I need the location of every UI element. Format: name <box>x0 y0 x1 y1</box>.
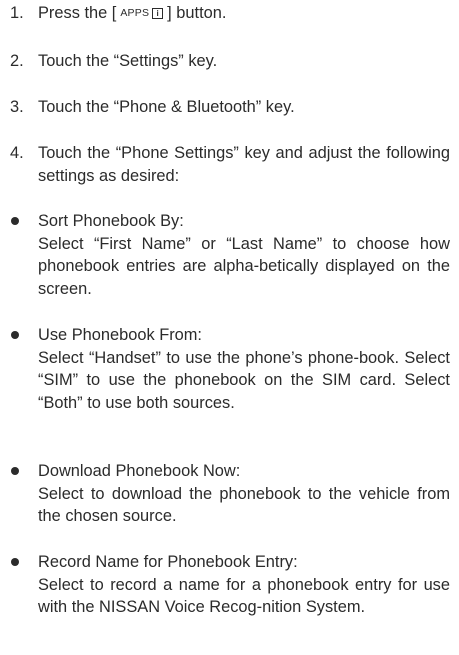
setting-item-title: Record Name for Phonebook Entry: <box>38 553 298 571</box>
step-number: 2. <box>10 52 24 70</box>
apps-key-label: APPS <box>120 7 150 19</box>
setting-item-sort-phonebook: Sort Phonebook By: Select “First Name” o… <box>10 210 450 300</box>
setting-item-use-phonebook-from: Use Phonebook From: Select “Handset” to … <box>10 324 450 414</box>
setting-item-body: Use Phonebook From: Select “Handset” to … <box>38 324 450 414</box>
info-icon: i <box>152 7 164 19</box>
setting-item-description: Select to download the phonebook to the … <box>38 484 450 526</box>
step-3: 3. Touch the “Phone & Bluetooth” key. <box>10 96 450 119</box>
step-text: Touch the “Phone Settings” key and adjus… <box>38 144 450 185</box>
setting-item-body: Download Phonebook Now: Select to downlo… <box>38 460 450 528</box>
setting-item-description: Select to record a name for a phonebook … <box>38 575 450 617</box>
step-number: 1. <box>10 4 24 22</box>
step-text-after: ] button. <box>167 4 227 22</box>
setting-item-description: Select “Handset” to use the phone’s phon… <box>38 348 450 412</box>
setting-item-title: Download Phonebook Now: <box>38 462 241 480</box>
setting-item-body: Record Name for Phonebook Entry: Select … <box>38 551 450 619</box>
step-text: Touch the “Settings” key. <box>38 52 218 70</box>
step-number: 3. <box>10 98 24 116</box>
step-1: 1. Press the [APPS i] button. <box>10 2 450 25</box>
setting-item-title: Sort Phonebook By: <box>38 212 184 230</box>
setting-item-body: Sort Phonebook By: Select “First Name” o… <box>38 210 450 300</box>
step-4: 4. Touch the “Phone Settings” key and ad… <box>10 142 450 187</box>
setting-item-record-name: Record Name for Phonebook Entry: Select … <box>10 551 450 619</box>
step-text-before: Press the [ <box>38 4 117 22</box>
setting-item-description: Select “First Name” or “Last Name” to ch… <box>38 234 450 298</box>
setting-item-title: Use Phonebook From: <box>38 326 202 344</box>
step-number: 4. <box>10 144 24 162</box>
step-text: Touch the “Phone & Bluetooth” key. <box>38 98 295 116</box>
apps-key-symbol: APPS i <box>120 2 164 25</box>
setting-item-download-phonebook: Download Phonebook Now: Select to downlo… <box>10 460 450 528</box>
step-text: Press the [APPS i] button. <box>38 2 450 25</box>
step-2: 2. Touch the “Settings” key. <box>10 50 450 73</box>
